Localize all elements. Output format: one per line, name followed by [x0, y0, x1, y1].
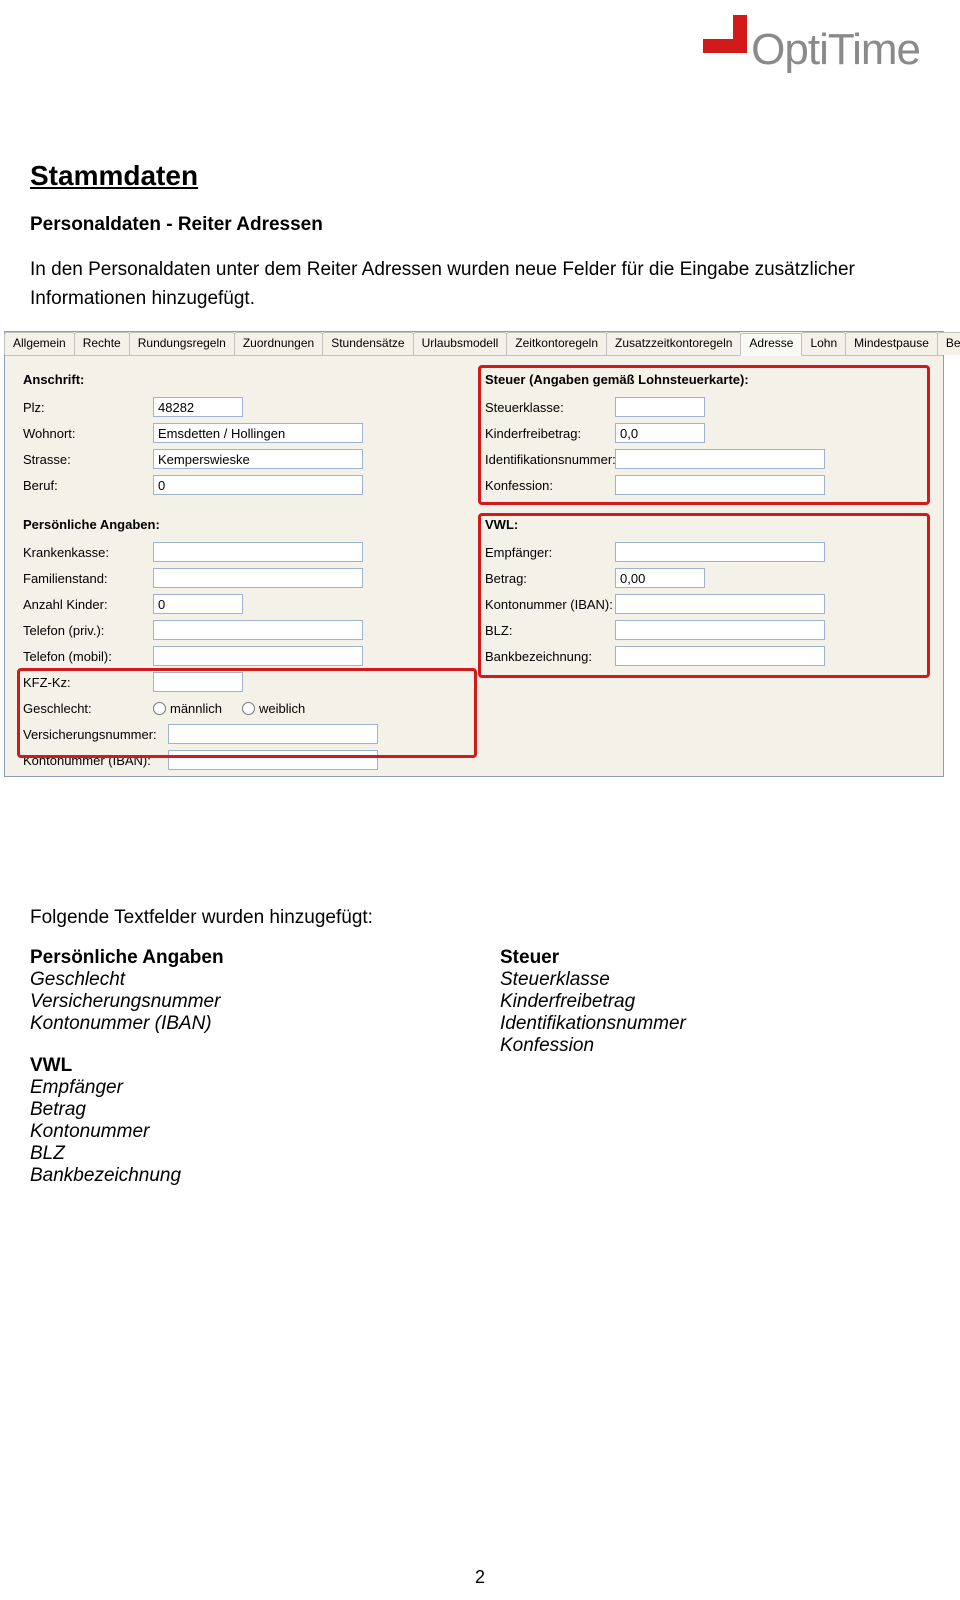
radio-weiblich[interactable]: weiblich — [242, 701, 305, 716]
list-item: Versicherungsnummer — [30, 991, 420, 1013]
versicherungsnummer-field[interactable] — [168, 724, 378, 744]
telefon-priv-field[interactable] — [153, 620, 363, 640]
empfaenger-label: Empfänger: — [485, 545, 615, 560]
intro-text: In den Personaldaten unter dem Reiter Ad… — [30, 256, 930, 313]
steuer-title: Steuer (Angaben gemäß Lohnsteuerkarte): — [485, 372, 925, 387]
blz-label: BLZ: — [485, 623, 615, 638]
list-item: Steuerklasse — [500, 969, 890, 991]
steuerklasse-field[interactable] — [615, 397, 705, 417]
tab-zeitkontoregeln[interactable]: Zeitkontoregeln — [506, 332, 607, 355]
tab-befristung[interactable]: Befristung — [937, 332, 960, 355]
page-number: 2 — [475, 1567, 485, 1588]
logo: OptiTime — [703, 15, 920, 75]
kontonummer-field[interactable] — [168, 750, 378, 770]
radio-maennlich[interactable]: männlich — [153, 701, 222, 716]
tab-lohn[interactable]: Lohn — [801, 332, 846, 355]
versicherungsnummer-label: Versicherungsnummer: — [23, 727, 168, 742]
geschlecht-label: Geschlecht: — [23, 701, 153, 716]
list-item: Geschlecht — [30, 969, 420, 991]
wohnort-label: Wohnort: — [23, 426, 153, 441]
list-item: Kinderfreibetrag — [500, 991, 890, 1013]
telefon-priv-label: Telefon (priv.): — [23, 623, 153, 638]
list-item: Betrag — [30, 1099, 420, 1121]
logo-text: OptiTime — [751, 25, 920, 75]
tab-allgemein[interactable]: Allgemein — [4, 332, 75, 355]
krankenkasse-field[interactable] — [153, 542, 363, 562]
list-item: Empfänger — [30, 1077, 420, 1099]
anschrift-title: Anschrift: — [23, 372, 463, 387]
konfession-label: Konfession: — [485, 478, 615, 493]
telefon-mobil-label: Telefon (mobil): — [23, 649, 153, 664]
betrag-field[interactable] — [615, 568, 705, 588]
tab-rundungsregeln[interactable]: Rundungsregeln — [129, 332, 235, 355]
bankbezeichnung-field[interactable] — [615, 646, 825, 666]
tab-mindestpause[interactable]: Mindestpause — [845, 332, 938, 355]
strasse-label: Strasse: — [23, 452, 153, 467]
konfession-field[interactable] — [615, 475, 825, 495]
list-head-steuer: Steuer — [500, 947, 890, 969]
kfz-field[interactable] — [153, 672, 243, 692]
list-item: Identifikationsnummer — [500, 1013, 890, 1035]
beruf-field[interactable] — [153, 475, 363, 495]
kfz-label: KFZ-Kz: — [23, 675, 153, 690]
vwl-kontonummer-label: Kontonummer (IBAN): — [485, 597, 615, 612]
anzahl-kinder-field[interactable] — [153, 594, 243, 614]
list-head-vwl: VWL — [30, 1055, 420, 1077]
tab-stundensaetze[interactable]: Stundensätze — [322, 332, 413, 355]
list-item: Konfession — [500, 1035, 890, 1057]
betrag-label: Betrag: — [485, 571, 615, 586]
vwl-title: VWL: — [485, 517, 925, 532]
app-screenshot: Allgemein Rechte Rundungsregeln Zuordnun… — [4, 331, 944, 777]
familienstand-field[interactable] — [153, 568, 363, 588]
logo-mark-icon — [703, 15, 747, 75]
plz-field[interactable] — [153, 397, 243, 417]
tab-zuordnungen[interactable]: Zuordnungen — [234, 332, 323, 355]
familienstand-label: Familienstand: — [23, 571, 153, 586]
vwl-kontonummer-field[interactable] — [615, 594, 825, 614]
identifikationsnummer-field[interactable] — [615, 449, 825, 469]
beruf-label: Beruf: — [23, 478, 153, 493]
plz-label: Plz: — [23, 400, 153, 415]
tab-rechte[interactable]: Rechte — [74, 332, 130, 355]
list-item: Kontonummer (IBAN) — [30, 1013, 420, 1035]
empfaenger-field[interactable] — [615, 542, 825, 562]
tab-adresse[interactable]: Adresse — [740, 333, 802, 356]
kinderfreibetrag-label: Kinderfreibetrag: — [485, 426, 615, 441]
page-title: Stammdaten — [30, 160, 930, 192]
persoenlich-title: Persönliche Angaben: — [23, 517, 463, 532]
below-intro: Folgende Textfelder wurden hinzugefügt: — [30, 907, 930, 929]
identifikationsnummer-label: Identifikationsnummer: — [485, 452, 615, 467]
telefon-mobil-field[interactable] — [153, 646, 363, 666]
list-head-persoenlich: Persönliche Angaben — [30, 947, 420, 969]
wohnort-field[interactable] — [153, 423, 363, 443]
tab-zusatzzeitkontoregeln[interactable]: Zusatzzeitkontoregeln — [606, 332, 741, 355]
tab-urlaubsmodell[interactable]: Urlaubsmodell — [413, 332, 508, 355]
list-item: Bankbezeichnung — [30, 1165, 420, 1187]
tab-bar: Allgemein Rechte Rundungsregeln Zuordnun… — [5, 332, 943, 356]
blz-field[interactable] — [615, 620, 825, 640]
kontonummer-label: Kontonummer (IBAN): — [23, 753, 168, 768]
section-subheading: Personaldaten - Reiter Adressen — [30, 214, 930, 236]
steuerklasse-label: Steuerklasse: — [485, 400, 615, 415]
list-item: Kontonummer — [30, 1121, 420, 1143]
strasse-field[interactable] — [153, 449, 363, 469]
list-item: BLZ — [30, 1143, 420, 1165]
bankbezeichnung-label: Bankbezeichnung: — [485, 649, 615, 664]
krankenkasse-label: Krankenkasse: — [23, 545, 153, 560]
kinderfreibetrag-field[interactable] — [615, 423, 705, 443]
anzahl-kinder-label: Anzahl Kinder: — [23, 597, 153, 612]
